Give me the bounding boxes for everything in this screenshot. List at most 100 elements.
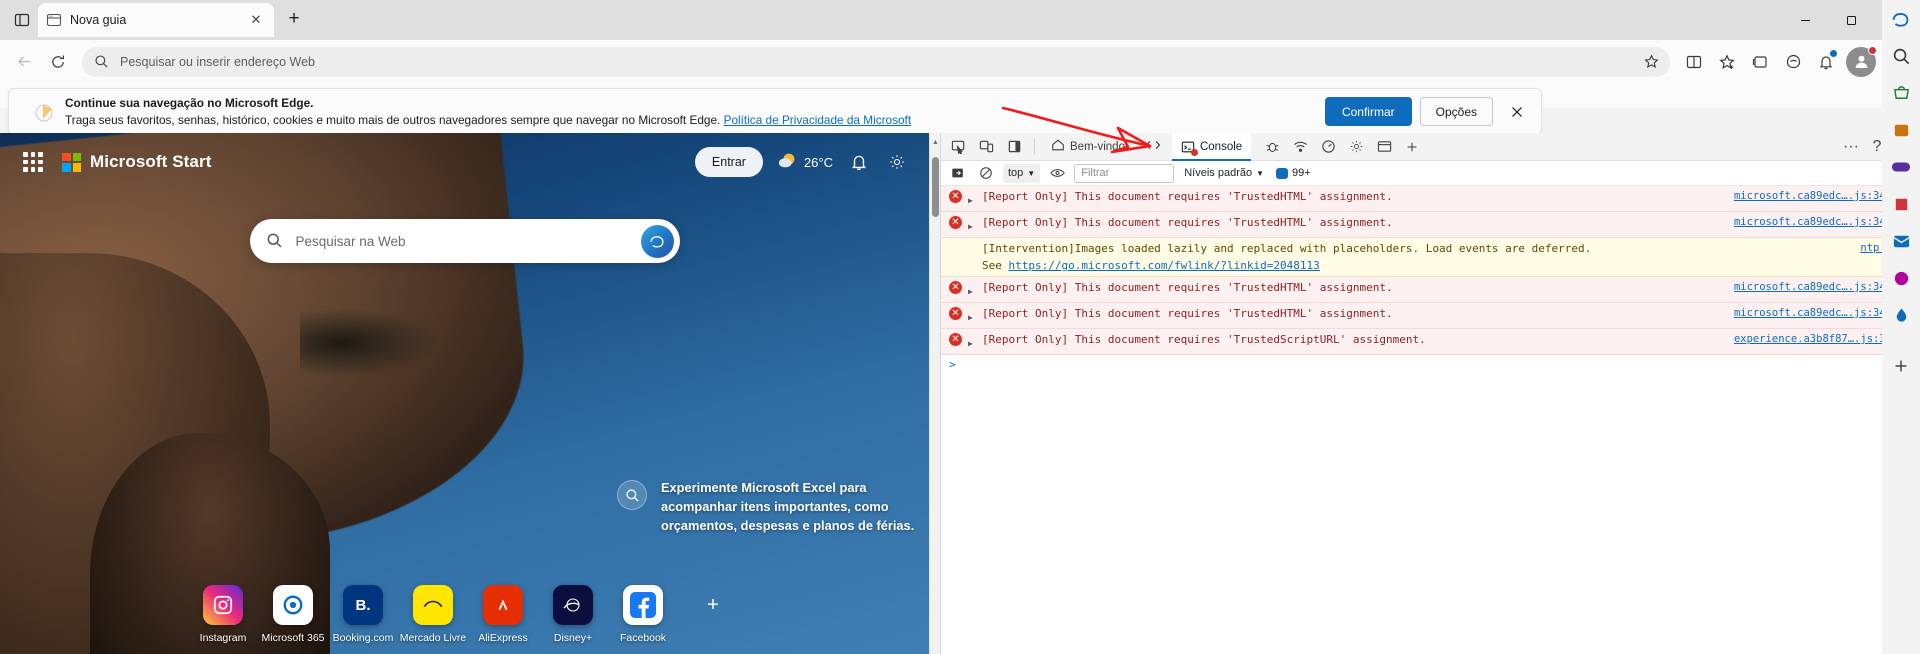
web-search-box[interactable]: Pesquisar na Web: [249, 219, 680, 263]
console-message-row[interactable]: ✕ ▶ [Report Only] This document requires…: [941, 277, 1920, 303]
quick-link-disney-plus[interactable]: Disney+: [546, 585, 600, 644]
devtools-more-icon[interactable]: ···: [1838, 135, 1864, 159]
dock-side-icon[interactable]: [1001, 135, 1027, 159]
profile-status-dot: [1868, 45, 1877, 55]
address-bar[interactable]: Pesquisar ou inserir endereço Web: [82, 46, 1670, 77]
issues-counter[interactable]: 99+: [1276, 167, 1311, 179]
console-message-row[interactable]: ✕ ▶ [Report Only] This document requires…: [941, 186, 1920, 212]
page-scrollbar[interactable]: ▲: [929, 133, 940, 654]
confirm-button[interactable]: Confirmar: [1324, 97, 1412, 126]
web-search-input[interactable]: Pesquisar na Web: [284, 234, 641, 249]
console-message-text: [Report Only] This document requires 'Tr…: [982, 281, 1393, 294]
microsoft-logo-icon: [62, 152, 81, 172]
copilot-icon[interactable]: [1886, 5, 1916, 33]
application-icon[interactable]: [1371, 135, 1397, 159]
app-launcher-icon[interactable]: [20, 149, 46, 175]
maximize-button[interactable]: [1828, 0, 1874, 40]
console-message-source[interactable]: microsoft.ca89edc….js:342: [1734, 305, 1892, 322]
tab-console[interactable]: Console: [1171, 132, 1252, 161]
page-scroll-thumb[interactable]: [932, 157, 939, 217]
console-message-source[interactable]: microsoft.ca89edc….js:342: [1734, 188, 1892, 205]
console-message-row[interactable]: ✕ ▶ [Report Only] This document requires…: [941, 303, 1920, 329]
booking-glyph: B.: [355, 596, 371, 614]
live-expression-icon[interactable]: [1046, 163, 1068, 183]
collections-add-icon[interactable]: [1711, 46, 1743, 78]
search-icon[interactable]: [1886, 42, 1916, 70]
expand-arrow-icon[interactable]: ▶: [968, 218, 976, 235]
tab-actions-icon[interactable]: [6, 5, 38, 35]
console-message-source[interactable]: microsoft.ca89edc….js:342: [1734, 214, 1892, 231]
back-arrow-icon[interactable]: [8, 46, 40, 78]
weather-widget[interactable]: 26°C: [777, 150, 833, 175]
new-tab-button[interactable]: +: [278, 3, 310, 35]
copilot-icon[interactable]: [640, 224, 674, 258]
promo-text: Experimente Microsoft Excel para acompan…: [661, 480, 915, 533]
favorite-star-icon[interactable]: [1638, 49, 1664, 75]
log-levels-selector[interactable]: Níveis padrão ▼: [1184, 167, 1264, 179]
device-emulation-icon[interactable]: [973, 135, 999, 159]
start-header-right: Entrar 26°C: [694, 147, 909, 177]
inspect-element-icon[interactable]: [945, 135, 971, 159]
add-shortcut-button[interactable]: +: [686, 585, 740, 625]
no-entry-icon[interactable]: [975, 163, 997, 183]
office-icon[interactable]: [1886, 190, 1916, 218]
expand-arrow-icon[interactable]: ▶: [968, 335, 976, 352]
sign-in-button[interactable]: Entrar: [694, 147, 763, 177]
console-filter-input[interactable]: Filtrar: [1074, 163, 1175, 183]
network-icon[interactable]: [1287, 135, 1313, 159]
console-message-row[interactable]: ✕ ▶ [Report Only] This document requires…: [941, 212, 1920, 238]
edge-import-icon: [25, 99, 65, 125]
quick-link-microsoft-365[interactable]: Microsoft 365: [261, 585, 325, 644]
privacy-policy-link[interactable]: Política de Privacidade da Microsoft: [724, 113, 912, 127]
debugger-icon[interactable]: [1259, 135, 1285, 159]
microsoft-start-logo[interactable]: Microsoft Start: [62, 152, 211, 172]
console-prompt[interactable]: >: [941, 355, 1920, 374]
expand-arrow-icon[interactable]: ▶: [968, 192, 976, 209]
console-message-source[interactable]: experience.a3b8f87….js:31: [1734, 331, 1892, 348]
expand-arrow-icon[interactable]: ▶: [968, 283, 976, 300]
console-output[interactable]: ✕ ▶ [Report Only] This document requires…: [941, 186, 1920, 654]
devtools-panel: Bem-vindo Console ··· ? top ▼ Filtrar Ní…: [940, 132, 1920, 654]
minimize-button[interactable]: [1782, 0, 1828, 40]
quick-link-aliexpress[interactable]: AliExpress: [476, 585, 530, 644]
more-tabs-plus-icon[interactable]: [1399, 135, 1425, 159]
games-icon[interactable]: [1886, 153, 1916, 181]
elements-code-icon: [1145, 138, 1161, 155]
page-settings-gear-icon[interactable]: [885, 150, 909, 174]
clear-console-icon[interactable]: [947, 163, 969, 183]
quick-link-booking[interactable]: B. Booking.com: [333, 585, 393, 644]
add-sidebar-icon[interactable]: [1886, 352, 1916, 380]
quick-link-facebook[interactable]: Facebook: [616, 585, 670, 644]
image-creator-icon[interactable]: [1886, 264, 1916, 292]
browser-tab[interactable]: Nova guia ✕: [38, 3, 274, 37]
notifications-bell-icon[interactable]: [847, 150, 871, 174]
tab-label: Bem-vindo: [1070, 140, 1125, 153]
address-input[interactable]: Pesquisar ou inserir endereço Web: [110, 55, 1638, 69]
context-selector[interactable]: top ▼: [1003, 163, 1041, 183]
promo-card[interactable]: Experimente Microsoft Excel para acompan…: [617, 478, 917, 535]
tools-icon[interactable]: [1886, 116, 1916, 144]
refresh-icon[interactable]: [42, 46, 74, 78]
notification-close-icon[interactable]: [1503, 98, 1531, 126]
drop-icon[interactable]: [1886, 301, 1916, 329]
console-message-source[interactable]: microsoft.ca89edc….js:342: [1734, 279, 1892, 296]
notifications-icon[interactable]: [1810, 46, 1842, 78]
expand-arrow-icon[interactable]: ▶: [968, 309, 976, 326]
browser-essentials-icon[interactable]: [1777, 46, 1809, 78]
quick-link-mercado-livre[interactable]: Mercado Livre: [400, 585, 466, 644]
quick-link-instagram[interactable]: Instagram: [196, 585, 250, 644]
tab-bem-vindo[interactable]: Bem-vindo: [1042, 133, 1134, 161]
settings-gear-icon[interactable]: [1343, 135, 1369, 159]
profile-avatar[interactable]: [1846, 45, 1877, 77]
tab-elements[interactable]: [1136, 133, 1170, 161]
console-message-row[interactable]: ▶ [Intervention]Images loaded lazily and…: [941, 238, 1920, 277]
tab-close-icon[interactable]: ✕: [246, 10, 266, 30]
performance-icon[interactable]: [1315, 135, 1341, 159]
options-button[interactable]: Opções: [1419, 97, 1493, 126]
console-message-row[interactable]: ✕ ▶ [Report Only] This document requires…: [941, 329, 1920, 355]
collections-icon[interactable]: [1744, 46, 1776, 78]
shopping-icon[interactable]: [1886, 79, 1916, 107]
intervention-link[interactable]: https://go.microsoft.com/fwlink/?linkid=…: [1009, 259, 1320, 272]
outlook-icon[interactable]: [1886, 227, 1916, 255]
split-screen-icon[interactable]: [1678, 46, 1710, 78]
